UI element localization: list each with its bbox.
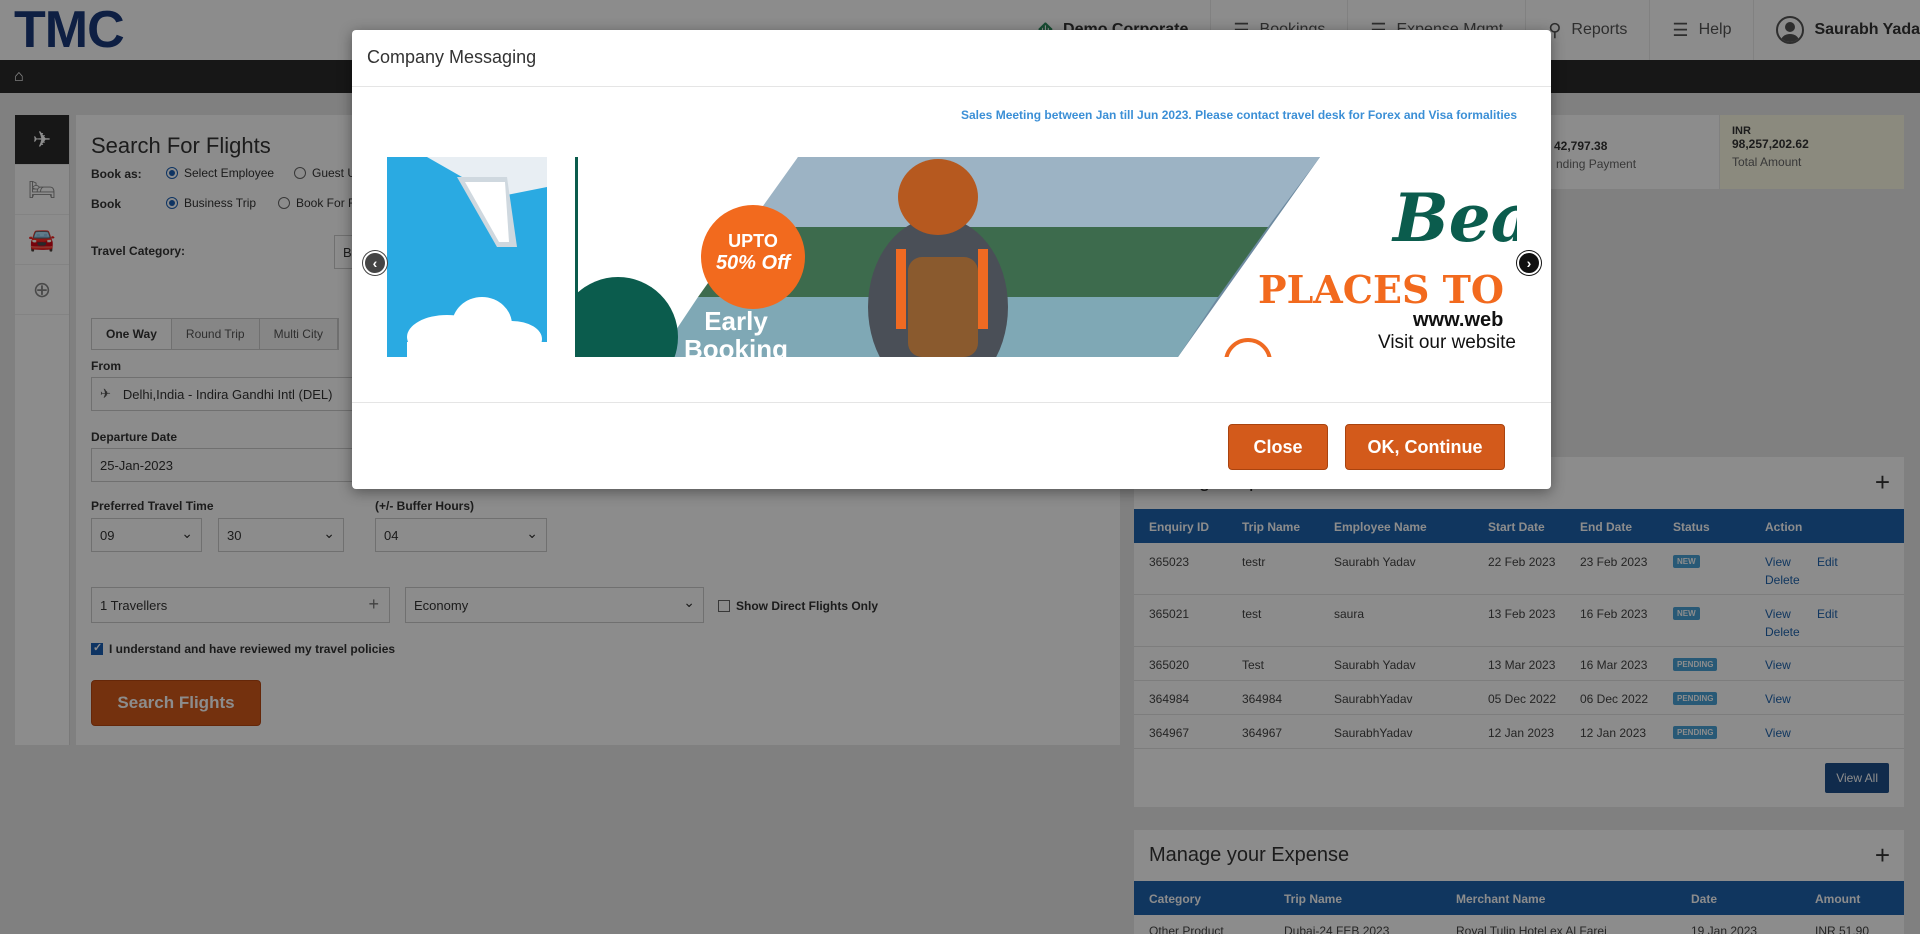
website-url: www.web — [1413, 309, 1504, 331]
company-messaging-modal: Company Messaging Sales Meeting between … — [352, 30, 1551, 489]
modal-title: Company Messaging — [352, 30, 1551, 87]
close-button[interactable]: Close — [1228, 424, 1328, 470]
modal-footer: Close OK, Continue — [352, 402, 1551, 489]
airplane-illustration — [387, 157, 547, 357]
carousel-prev-icon[interactable]: ‹ — [363, 251, 387, 275]
discount-line2: 50% Off — [715, 252, 791, 274]
airplane-banner — [387, 157, 547, 357]
discount-line1: UPTO — [728, 231, 778, 251]
early-line2: Booking — [684, 334, 788, 357]
ok-continue-button[interactable]: OK, Continue — [1345, 424, 1505, 470]
visit-website: Visit our website — [1378, 332, 1516, 353]
discount-badge: UPTO 50% Off — [701, 205, 805, 309]
company-message: Sales Meeting between Jan till Jun 2023.… — [961, 108, 1517, 122]
early-line1: Early — [704, 306, 768, 336]
early-booking-label: Early Booking — [676, 307, 796, 357]
carousel-next-icon[interactable]: › — [1517, 251, 1541, 275]
headline: PLACES TO TR — [1258, 267, 1517, 312]
banner-carousel[interactable]: UPTO 50% Off Early Booking Bea PLACES TO… — [387, 157, 1517, 357]
travel-promo-banner: UPTO 50% Off Early Booking Bea PLACES TO… — [575, 157, 1517, 357]
headline-script: Bea — [1393, 179, 1517, 257]
